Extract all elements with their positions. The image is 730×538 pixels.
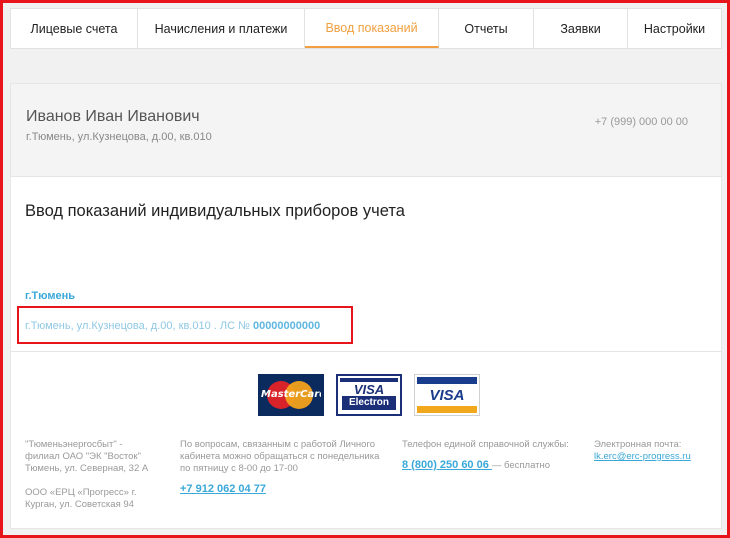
- tab-reports[interactable]: Отчеты: [439, 9, 534, 48]
- main-nav: Лицевые счета Начисления и платежи Ввод …: [10, 8, 722, 49]
- tab-accounts[interactable]: Лицевые счета: [11, 9, 138, 48]
- city-link[interactable]: г.Тюмень: [25, 290, 75, 302]
- visa-electron-label-bottom: Electron: [342, 396, 396, 410]
- mastercard-label: MasterCard: [261, 389, 321, 400]
- footer-helpline-column: Телефон единой справочной службы: 8 (800…: [402, 439, 587, 472]
- email-label: Электронная почта:: [594, 439, 682, 450]
- cabinet-phone-link[interactable]: +7 912 062 04 77: [180, 483, 385, 495]
- divider: [11, 351, 721, 352]
- footer-cabinet-text: По вопросам, связанным с работой Личного…: [180, 439, 380, 474]
- visa-electron-logo: VISA Electron: [336, 374, 402, 416]
- footer-org1: "Тюменьэнергосбыт" - филиал ОАО "ЭК "Вос…: [25, 439, 149, 474]
- user-address: г.Тюмень, ул.Кузнецова, д.00, кв.010: [26, 131, 212, 143]
- mastercard-logo: MasterCard: [258, 374, 324, 416]
- helpline-label: Телефон единой справочной службы:: [402, 439, 569, 450]
- footer-org2: ООО «ЕРЦ «Прогресс» г. Курган, ул. Совет…: [25, 487, 137, 510]
- visa-electron-label-top: VISA: [353, 382, 385, 397]
- tab-requests[interactable]: Заявки: [534, 9, 628, 48]
- visa-label: VISA: [429, 387, 465, 404]
- helpline-note: — бесплатно: [491, 460, 551, 471]
- tab-charges-payments[interactable]: Начисления и платежи: [138, 9, 305, 48]
- user-phone: +7 (999) 000 00 00: [594, 116, 688, 128]
- visa-gold-stripe: [417, 406, 477, 413]
- payment-cards: MasterCard VISA Electron VISA: [258, 374, 480, 416]
- user-header: Иванов Иван Иванович г.Тюмень, ул.Кузнец…: [11, 84, 721, 177]
- footer-email-column: Электронная почта: lk.erc@erc-progress.r…: [594, 439, 704, 463]
- email-link[interactable]: lk.erc@erc-progress.ru: [594, 451, 704, 463]
- highlight-box: [17, 306, 353, 344]
- visa-blue-stripe: [417, 377, 477, 384]
- user-name: Иванов Иван Иванович: [26, 108, 200, 125]
- helpline-phone-link[interactable]: 8 (800) 250 60 06: [402, 459, 492, 471]
- footer-cabinet-column: По вопросам, связанным с работой Личного…: [180, 439, 385, 495]
- page-title: Ввод показаний индивидуальных приборов у…: [25, 202, 405, 220]
- tab-settings[interactable]: Настройки: [628, 9, 721, 48]
- visa-logo: VISA: [414, 374, 480, 416]
- footer-org-column: "Тюменьэнергосбыт" - филиал ОАО "ЭК "Вос…: [25, 439, 153, 511]
- tab-meter-readings[interactable]: Ввод показаний: [305, 9, 439, 48]
